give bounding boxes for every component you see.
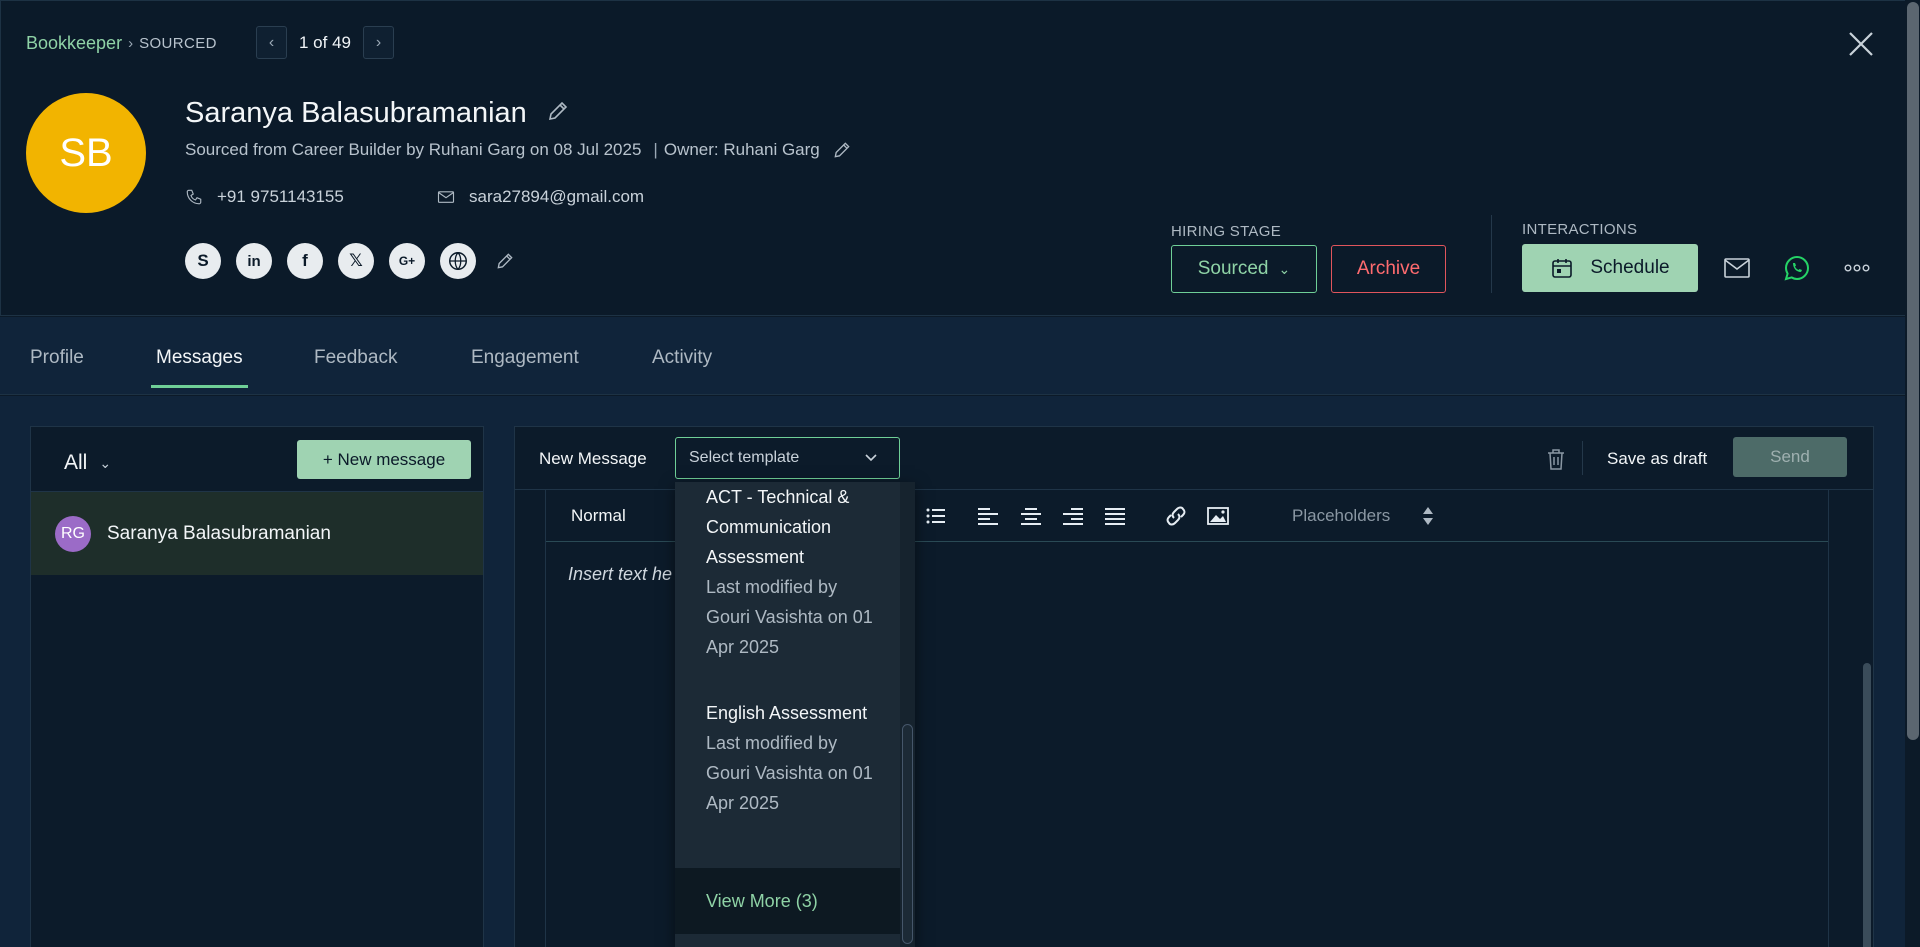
align-left-icon[interactable] [976, 504, 1000, 528]
breadcrumb-stage: SOURCED [139, 35, 217, 52]
message-filter-dropdown[interactable]: All ⌄ [64, 451, 111, 475]
sourced-info: Sourced from Career Builder by Ruhani Ga… [185, 140, 852, 160]
edit-name-icon[interactable] [546, 99, 570, 123]
conversation-list-panel: All ⌄ + New message RG Saranya Balasubra… [30, 426, 484, 947]
image-icon[interactable] [1206, 504, 1230, 528]
next-candidate-button[interactable]: › [363, 26, 394, 59]
divider: | [653, 140, 658, 159]
template-option[interactable]: English Assessment Last modified by Gour… [706, 698, 886, 818]
hiring-stage-dropdown[interactable]: Sourced ⌄ [1171, 245, 1317, 293]
divider [1491, 215, 1492, 293]
template-select[interactable]: Select template [675, 437, 900, 479]
chevron-right-icon: › [375, 33, 382, 51]
edit-socials-icon[interactable] [495, 251, 515, 271]
chevron-left-icon: ‹ [268, 33, 275, 51]
close-icon[interactable] [1846, 29, 1876, 59]
send-button[interactable]: Send [1733, 437, 1847, 477]
format-select[interactable]: Normal [571, 506, 626, 526]
tab-profile[interactable]: Profile [30, 347, 84, 369]
breadcrumb: Bookkeeper › SOURCED [26, 33, 217, 54]
template-option[interactable]: ACT - Technical & Communication Assessme… [706, 482, 886, 662]
divider [1582, 441, 1583, 475]
schedule-button[interactable]: Schedule [1522, 244, 1698, 292]
save-draft-button[interactable]: Save as draft [1607, 449, 1707, 469]
skype-icon[interactable]: S [185, 243, 221, 279]
candidate-name: Saranya Balasubramanian [185, 97, 527, 129]
whatsapp-icon[interactable] [1783, 255, 1811, 281]
google-plus-icon[interactable]: G+ [389, 243, 425, 279]
template-option-title: ACT - Technical & Communication Assessme… [706, 487, 850, 567]
template-option-meta: Last modified by Gouri Vasishta on 01 Ap… [706, 733, 873, 813]
bullet-list-icon[interactable] [924, 504, 948, 528]
hiring-stage-label: HIRING STAGE [1171, 223, 1281, 240]
candidate-header: Bookkeeper › SOURCED ‹ 1 of 49 › SB Sara… [0, 0, 1920, 316]
template-option-title: English Assessment [706, 703, 868, 723]
sort-icon[interactable] [1422, 505, 1434, 527]
globe-icon[interactable] [440, 243, 476, 279]
link-icon[interactable] [1164, 504, 1188, 528]
owner-text: Owner: Ruhani Garg [663, 140, 820, 159]
tab-activity[interactable]: Activity [652, 347, 712, 369]
pager-count: 1 of 49 [299, 32, 351, 52]
message-body-input[interactable]: Insert text he [568, 564, 672, 585]
sourced-text: Sourced from Career Builder by Ruhani Ga… [185, 140, 642, 159]
linkedin-icon[interactable]: in [236, 243, 272, 279]
template-dropdown: ACT - Technical & Communication Assessme… [675, 482, 915, 947]
x-icon[interactable]: 𝕏 [338, 243, 374, 279]
filter-value: All [64, 451, 88, 474]
trash-icon[interactable] [1545, 447, 1567, 471]
conversation-item[interactable]: RG Saranya Balasubramanian [31, 491, 483, 575]
avatar: RG [55, 515, 91, 552]
chevron-down-icon [865, 454, 877, 462]
dropdown-scrollbar-thumb[interactable] [902, 724, 913, 944]
align-center-icon[interactable] [1019, 504, 1043, 528]
email-contact: sara27894@gmail.com [437, 187, 644, 207]
conversation-name: Saranya Balasubramanian [107, 522, 331, 544]
chevron-down-icon: ⌄ [1278, 260, 1291, 277]
email-address[interactable]: sara27894@gmail.com [469, 187, 644, 207]
email-icon[interactable] [1723, 255, 1751, 281]
tab-feedback[interactable]: Feedback [314, 347, 397, 369]
candidate-pager: ‹ 1 of 49 › [256, 26, 394, 59]
page-scrollbar-thumb[interactable] [1907, 2, 1919, 740]
view-more-templates-button[interactable]: View More (3) [675, 868, 900, 934]
candidate-tabs: Profile Messages Feedback Engagement Act… [0, 317, 1920, 395]
phone-contact: +91 9751143155 [185, 187, 344, 207]
archive-button[interactable]: Archive [1331, 245, 1446, 293]
tab-engagement[interactable]: Engagement [471, 347, 579, 369]
interactions-label: INTERACTIONS [1522, 221, 1638, 238]
hiring-stage-value: Sourced [1197, 258, 1269, 279]
edit-owner-icon[interactable] [832, 140, 852, 160]
calendar-icon [1552, 259, 1573, 278]
template-option-meta: Last modified by Gouri Vasishta on 01 Ap… [706, 577, 873, 657]
candidate-avatar: SB [26, 93, 146, 213]
template-select-placeholder: Select template [689, 449, 800, 466]
tab-messages[interactable]: Messages [156, 347, 243, 369]
new-message-button[interactable]: + New message [297, 440, 471, 479]
chevron-down-icon: ⌄ [99, 454, 112, 471]
active-tab-indicator [151, 385, 248, 388]
phone-number[interactable]: +91 9751143155 [217, 187, 344, 207]
align-justify-icon[interactable] [1103, 504, 1127, 528]
previous-candidate-button[interactable]: ‹ [256, 26, 287, 59]
more-options-icon[interactable] [1843, 255, 1871, 281]
phone-icon [186, 189, 202, 205]
mail-icon [437, 191, 455, 203]
chevron-right-icon: › [128, 35, 134, 52]
schedule-label: Schedule [1590, 257, 1670, 278]
facebook-icon[interactable]: f [287, 243, 323, 279]
composer-title: New Message [539, 449, 647, 468]
breadcrumb-job-link[interactable]: Bookkeeper [26, 33, 122, 54]
placeholders-select[interactable]: Placeholders [1292, 506, 1390, 526]
social-links: S in f 𝕏 G+ [185, 243, 515, 279]
messages-content: All ⌄ + New message RG Saranya Balasubra… [0, 396, 1920, 947]
align-right-icon[interactable] [1061, 504, 1085, 528]
editor-scrollbar-thumb[interactable] [1863, 663, 1871, 947]
